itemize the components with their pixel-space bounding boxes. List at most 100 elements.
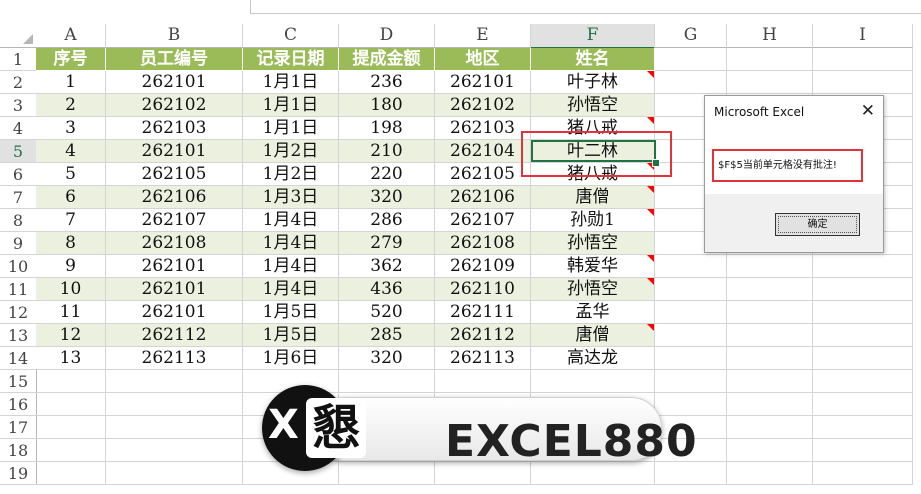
row-header-9[interactable]: 9 (0, 232, 37, 255)
cell-b16[interactable] (106, 393, 243, 416)
row-header-16[interactable]: 16 (0, 393, 37, 416)
cell-f2[interactable]: 叶子林 (531, 71, 655, 94)
cell-b3[interactable]: 262102 (106, 94, 243, 117)
row-header-3[interactable]: 3 (0, 94, 37, 117)
cell-d10[interactable]: 362 (339, 255, 435, 278)
column-header-a[interactable]: A (36, 24, 106, 48)
cell-c3[interactable]: 1月1日 (243, 94, 339, 117)
cell-b13[interactable]: 262112 (106, 324, 243, 347)
cell-a12[interactable]: 11 (36, 301, 106, 324)
cell-b4[interactable]: 262103 (106, 117, 243, 140)
cell-e5[interactable]: 262104 (435, 140, 531, 163)
cell-c10[interactable]: 1月4日 (243, 255, 339, 278)
cell-d9[interactable]: 279 (339, 232, 435, 255)
cell-b18[interactable] (106, 439, 243, 462)
cell-a8[interactable]: 7 (36, 209, 106, 232)
cell-d1[interactable]: 提成金额 (339, 48, 435, 71)
cell-e12[interactable]: 262111 (435, 301, 531, 324)
column-header-h[interactable]: H (727, 24, 813, 48)
cell-b6[interactable]: 262105 (106, 163, 243, 186)
cell-d2[interactable]: 236 (339, 71, 435, 94)
row-header-19[interactable]: 19 (0, 462, 37, 485)
cell-h18[interactable] (727, 439, 813, 462)
cell-c2[interactable]: 1月1日 (243, 71, 339, 94)
cell-e2[interactable]: 262101 (435, 71, 531, 94)
cell-c6[interactable]: 1月2日 (243, 163, 339, 186)
cell-b1[interactable]: 员工编号 (106, 48, 243, 71)
column-header-c[interactable]: C (243, 24, 339, 48)
cell-f10[interactable]: 韩爱华 (531, 255, 655, 278)
cell-d3[interactable]: 180 (339, 94, 435, 117)
cell-b2[interactable]: 262101 (106, 71, 243, 94)
row-header-5[interactable]: 5 (0, 140, 38, 163)
cell-g1[interactable] (655, 48, 727, 71)
column-header-f[interactable]: F (531, 24, 655, 49)
cell-i10[interactable] (813, 255, 913, 278)
cell-e3[interactable]: 262102 (435, 94, 531, 117)
cell-e14[interactable]: 262113 (435, 347, 531, 370)
cell-b17[interactable] (106, 416, 243, 439)
cell-i12[interactable] (813, 301, 913, 324)
cell-e6[interactable]: 262105 (435, 163, 531, 186)
cell-i16[interactable] (813, 393, 913, 416)
cell-f8[interactable]: 孙勋1 (531, 209, 655, 232)
row-header-6[interactable]: 6 (0, 163, 37, 186)
cell-g13[interactable] (655, 324, 727, 347)
cell-a14[interactable]: 13 (36, 347, 106, 370)
cell-c12[interactable]: 1月5日 (243, 301, 339, 324)
cell-e4[interactable]: 262103 (435, 117, 531, 140)
cell-e11[interactable]: 262110 (435, 278, 531, 301)
cell-h13[interactable] (727, 324, 813, 347)
cell-g11[interactable] (655, 278, 727, 301)
cell-f3[interactable]: 孙悟空 (531, 94, 655, 117)
cell-i15[interactable] (813, 370, 913, 393)
cell-i14[interactable] (813, 347, 913, 370)
cell-b7[interactable]: 262106 (106, 186, 243, 209)
column-header-d[interactable]: D (339, 24, 435, 48)
cell-b11[interactable]: 262101 (106, 278, 243, 301)
cell-b12[interactable]: 262101 (106, 301, 243, 324)
cell-i2[interactable] (813, 71, 913, 94)
row-header-11[interactable]: 11 (0, 278, 37, 301)
cell-f11[interactable]: 孙悟空 (531, 278, 655, 301)
cell-e10[interactable]: 262109 (435, 255, 531, 278)
cell-c1[interactable]: 记录日期 (243, 48, 339, 71)
cell-e9[interactable]: 262108 (435, 232, 531, 255)
ok-button[interactable]: 确定 (775, 213, 860, 236)
cell-g14[interactable] (655, 347, 727, 370)
cell-i18[interactable] (813, 439, 913, 462)
cell-c9[interactable]: 1月4日 (243, 232, 339, 255)
column-header-g[interactable]: G (655, 24, 727, 48)
cell-b9[interactable]: 262108 (106, 232, 243, 255)
row-header-15[interactable]: 15 (0, 370, 37, 393)
select-all-corner[interactable] (0, 24, 37, 48)
cell-g12[interactable] (655, 301, 727, 324)
cell-f1[interactable]: 姓名 (531, 48, 655, 71)
cell-d13[interactable]: 285 (339, 324, 435, 347)
cell-d6[interactable]: 220 (339, 163, 435, 186)
formula-bar[interactable] (250, 0, 921, 14)
cell-c11[interactable]: 1月4日 (243, 278, 339, 301)
cell-b8[interactable]: 262107 (106, 209, 243, 232)
column-header-e[interactable]: E (435, 24, 531, 48)
cell-c4[interactable]: 1月1日 (243, 117, 339, 140)
cell-e13[interactable]: 262112 (435, 324, 531, 347)
cell-h12[interactable] (727, 301, 813, 324)
cell-f7[interactable]: 唐僧 (531, 186, 655, 209)
row-header-1[interactable]: 1 (0, 48, 37, 71)
cell-d8[interactable]: 286 (339, 209, 435, 232)
cell-f13[interactable]: 唐僧 (531, 324, 655, 347)
cell-a5[interactable]: 4 (36, 140, 106, 163)
row-header-2[interactable]: 2 (0, 71, 37, 94)
cell-a15[interactable] (36, 370, 106, 393)
cell-a13[interactable]: 12 (36, 324, 106, 347)
cell-a19[interactable] (36, 462, 106, 485)
cell-i13[interactable] (813, 324, 913, 347)
cell-g2[interactable] (655, 71, 727, 94)
cell-d11[interactable]: 436 (339, 278, 435, 301)
cell-c14[interactable]: 1月6日 (243, 347, 339, 370)
row-header-10[interactable]: 10 (0, 255, 37, 278)
cell-i1[interactable] (813, 48, 913, 71)
cell-d14[interactable]: 320 (339, 347, 435, 370)
cell-c13[interactable]: 1月5日 (243, 324, 339, 347)
